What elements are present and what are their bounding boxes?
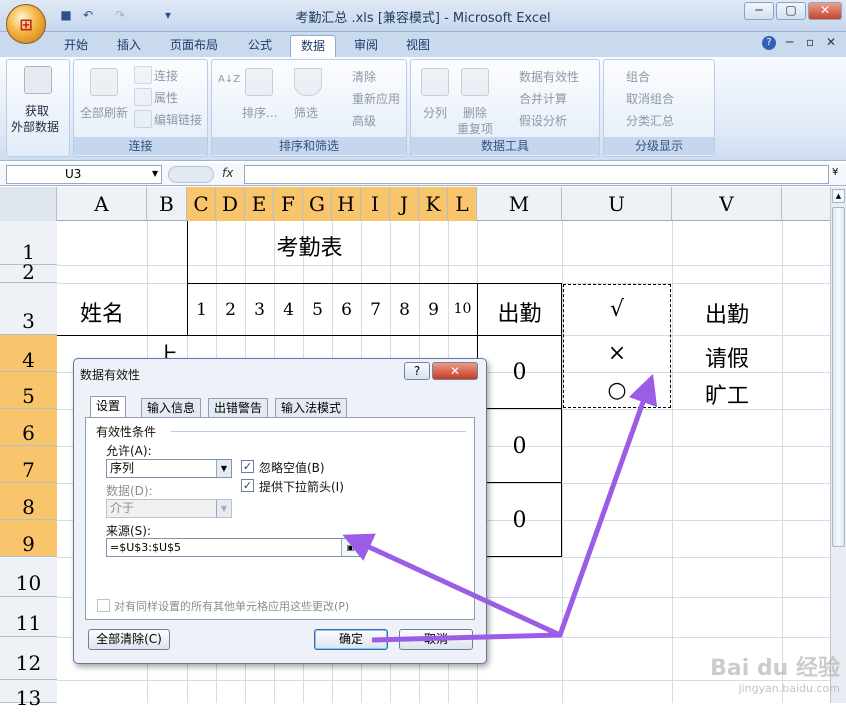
arrow-to-source [342,533,562,638]
watermark-url: jingyan.baidu.com [738,682,840,695]
watermark-brand: Bai du 经验 [710,656,840,681]
annotation-arrows [342,373,658,643]
office-logo-icon: ⊞ [19,14,33,34]
office-button[interactable]: ⊞ [6,4,46,44]
watermark: Bai du 经验 jingyan.baidu.com [710,650,840,695]
arrow-to-u-range [371,373,658,643]
